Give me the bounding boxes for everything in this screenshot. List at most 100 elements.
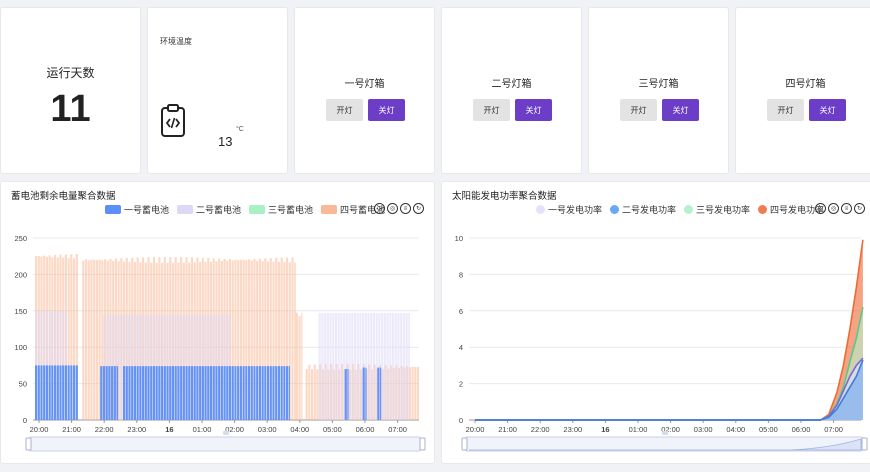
battery-zoom-grip [223,431,229,435]
solar-chart-plot: 024681020:00 21:00 22:00 23:00 16 01:00 02:00 0… [455,234,868,452]
solar-x-tick-label: 16 [601,425,609,434]
solar-x-tick-label: 03:00 [694,425,713,434]
battery-bar-4 [87,260,90,420]
battery-bar-1 [116,366,119,420]
lamp-box-3-off-button[interactable]: 关灯 [662,99,699,121]
battery-bar-1 [204,366,207,420]
battery-bar-1 [131,366,134,420]
battery-bar-1 [283,366,286,420]
battery-bar-1 [125,366,128,420]
battery-bar-1 [177,366,180,420]
battery-zoom-handle-right [419,437,426,451]
battery-bar-2 [119,314,122,420]
battery-bar-4 [294,262,296,420]
battery-bar-1 [196,366,199,420]
environment-temperature-value: 13 [218,134,233,149]
battery-bar-1 [171,366,175,420]
battery-bar-1 [51,365,54,420]
battery-bar-2 [337,312,340,420]
battery-bar-1 [100,366,103,420]
battery-bar-1 [247,366,251,420]
battery-bar-4 [411,366,414,420]
battery-bar-1 [128,366,131,420]
solar-line-3 [475,307,864,421]
battery-bar-2 [326,312,329,420]
battery-bar-1 [267,366,270,420]
battery-bar-1 [174,366,177,420]
battery-bar-1 [380,367,382,420]
battery-bar-1 [70,365,73,420]
battery-x-tick-label: 20:00 [30,425,49,434]
battery-bar-4 [316,369,319,420]
battery-bar-1 [275,366,278,420]
battery-bar-1 [155,366,158,420]
battery-bar-1 [150,366,153,420]
battery-bar-1 [123,366,126,420]
lamp-box-1-card: 一号灯箱 开灯 关灯 [294,7,435,174]
solar-x-tick-label: 07:00 [824,425,843,434]
battery-bar-1 [377,367,380,420]
battery-bar-1 [161,366,164,420]
lamp-box-3-on-button[interactable]: 开灯 [620,99,657,121]
battery-bar-1 [201,366,204,420]
solar-area-2 [475,359,863,420]
solar-x-tick-label: 01:00 [629,425,648,434]
battery-bar-1 [105,366,108,420]
battery-bar-1 [45,365,48,420]
battery-bar-1 [207,366,210,420]
battery-x-tick-label: 05:00 [323,425,342,434]
battery-bar-2 [397,312,400,420]
lamp-box-2-on-button[interactable]: 开灯 [473,99,510,121]
battery-y-tick-label: 150 [14,307,27,316]
battery-bar-2 [405,312,408,420]
battery-bar-2 [334,312,338,420]
lamp-box-1-on-button[interactable]: 开灯 [326,99,363,121]
lamp-box-1-title: 一号灯箱 [344,79,385,90]
solar-y-tick-label: 2 [459,380,463,389]
battery-bar-1 [48,365,51,420]
battery-bar-1 [288,366,290,420]
battery-bar-1 [102,366,106,420]
battery-bar-1 [242,366,245,420]
battery-bar-1 [365,367,367,420]
battery-chart-plot: 0 50 100 150 200 250 20:00 21:00 22:00 23:00 16 01:… [14,234,426,452]
solar-x-tick-label: 21:00 [498,425,517,434]
lamp-box-2-off-button[interactable]: 关灯 [515,99,552,121]
lamp-box-4-off-button[interactable]: 关灯 [809,99,846,121]
lamp-box-4-on-button[interactable]: 开灯 [767,99,804,121]
lamp-box-4-card: 四号灯箱 开灯 关灯 [735,7,870,174]
battery-bar-1 [193,366,196,420]
battery-bar-2 [329,312,332,420]
battery-bar-1 [239,366,242,420]
battery-bar-4 [84,259,88,420]
battery-bar-1 [163,366,166,420]
battery-bar-4 [416,366,420,420]
battery-x-tick-label: 06:00 [356,425,375,434]
solar-area-1 [475,358,863,420]
battery-bar-1 [144,366,147,420]
battery-zoom-handle-left [25,437,32,451]
battery-bar-4 [311,369,314,420]
battery-bar-1 [286,366,289,420]
battery-bar-2 [391,312,395,420]
battery-bar-2 [383,312,386,420]
battery-bar-1 [188,366,191,420]
battery-bar-1 [64,365,67,420]
battery-bar-1 [142,366,145,420]
solar-area-3 [475,307,863,420]
solar-zoom-grip [662,431,668,435]
lamp-box-4-title: 四号灯箱 [785,79,826,90]
battery-bar-1 [37,365,40,420]
solar-line-4 [475,239,864,421]
battery-y-tick-label: 200 [14,270,27,279]
battery-bar-1 [256,366,259,420]
solar-line-2 [475,359,864,421]
battery-bar-2 [324,312,327,420]
lamp-box-1-off-button[interactable]: 关灯 [368,99,405,121]
battery-bar-1 [362,367,365,420]
solar-x-tick-label: 22:00 [531,425,550,434]
battery-bar-1 [180,366,183,420]
lamp-box-3-title: 三号灯箱 [638,79,679,90]
running-days-value: 11 [50,88,91,130]
battery-bar-1 [253,366,256,420]
